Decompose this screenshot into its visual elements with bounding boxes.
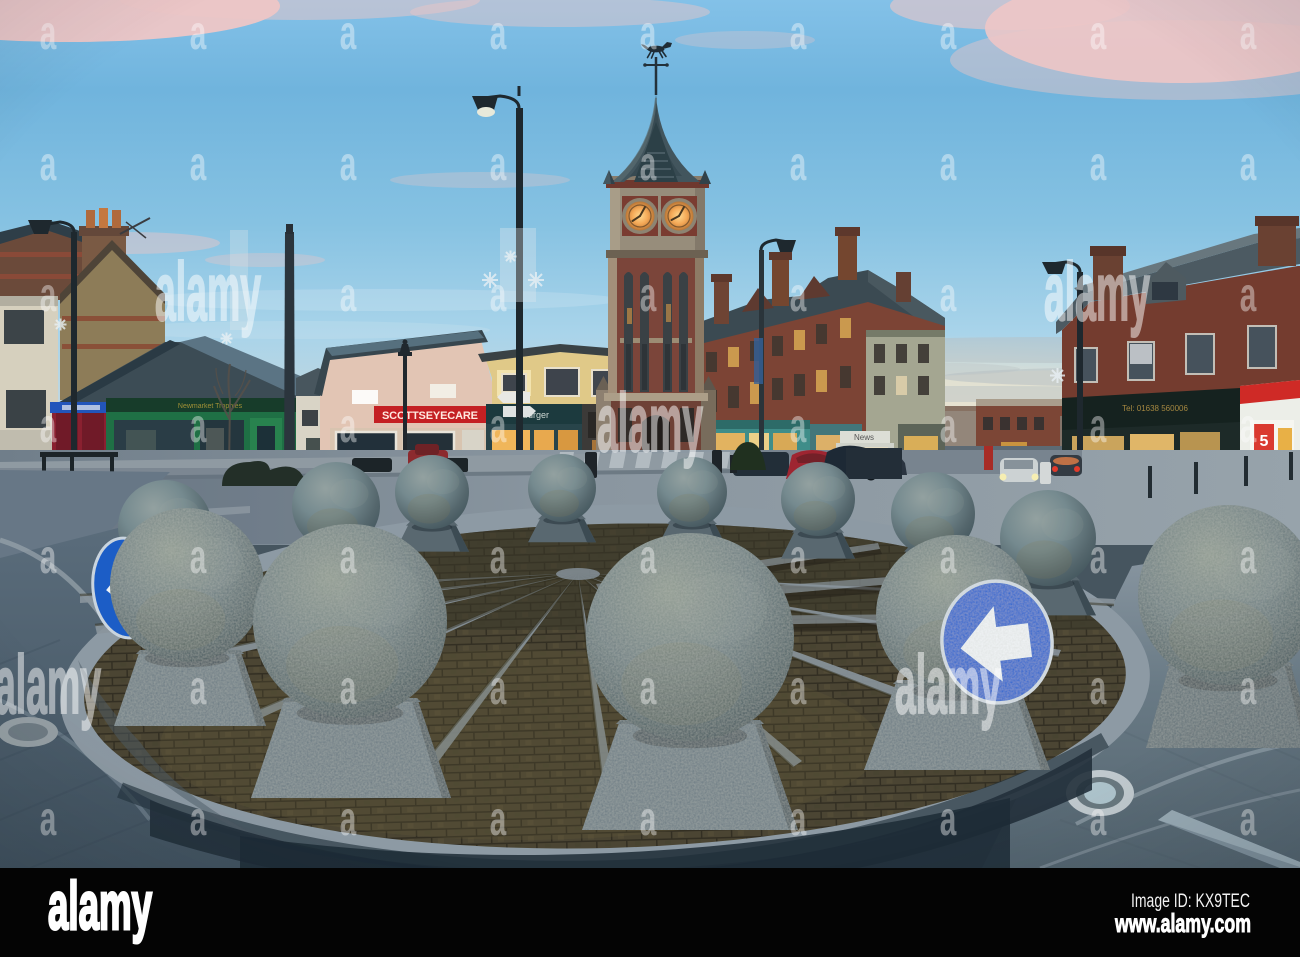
svg-text:www.alamy.com: www.alamy.com — [1114, 908, 1251, 938]
svg-text:alamy: alamy — [48, 868, 152, 944]
